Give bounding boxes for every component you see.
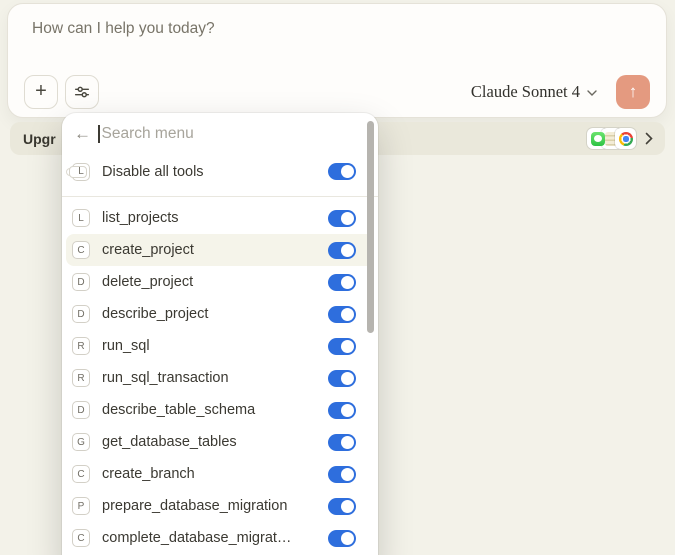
tool-name-label: complete_database_migrat… <box>102 530 328 546</box>
disable-all-tools-label: Disable all tools <box>102 164 328 180</box>
banner-text: Upgr <box>23 131 56 147</box>
letter-badge: P <box>72 497 90 515</box>
letter-badge: C <box>72 529 90 547</box>
message-composer: How can I help you today? + Claude Sonne… <box>7 3 667 118</box>
menu-search-row: ← Search menu <box>62 113 378 154</box>
letter-badge: C <box>72 465 90 483</box>
sliders-icon <box>73 83 91 101</box>
tool-row[interactable]: C create_project <box>66 234 374 266</box>
composer-toolbar: + Claude Sonnet 4 ↑ <box>24 75 650 109</box>
tool-name-label: run_sql_transaction <box>102 370 328 386</box>
tool-toggle[interactable] <box>328 242 356 259</box>
send-button[interactable]: ↑ <box>616 75 650 109</box>
tool-row[interactable]: C complete_database_migrat… <box>62 522 378 554</box>
tool-row[interactable]: R run_sql <box>62 330 378 362</box>
model-name: Claude Sonnet 4 <box>471 82 580 102</box>
disable-all-tools-row[interactable]: L Disable all tools <box>62 154 378 189</box>
tool-row[interactable]: R run_sql_transaction <box>62 362 378 394</box>
tool-name-label: create_project <box>102 242 328 258</box>
tools-menu: ← Search menu L Disable all tools L list… <box>62 113 378 555</box>
tool-row[interactable]: D describe_project <box>62 298 378 330</box>
menu-search-input[interactable]: Search menu <box>102 125 194 143</box>
tool-name-label: create_branch <box>102 466 328 482</box>
chevron-down-icon <box>587 90 597 96</box>
tool-toggle[interactable] <box>328 274 356 291</box>
tool-toggle[interactable] <box>328 466 356 483</box>
claude-chat-page: How can I help you today? + Claude Sonne… <box>0 0 675 555</box>
tool-row[interactable]: P prepare_database_migration <box>62 490 378 522</box>
tool-toggle[interactable] <box>328 498 356 515</box>
letter-badge: D <box>72 305 90 323</box>
tool-row[interactable]: G get_database_tables <box>62 426 378 458</box>
menu-divider <box>62 196 378 197</box>
letter-badge: R <box>72 337 90 355</box>
tool-name-label: prepare_database_migration <box>102 498 328 514</box>
tool-name-label: get_database_tables <box>102 434 328 450</box>
tool-toggle[interactable] <box>328 210 356 227</box>
chevron-right-icon[interactable] <box>645 132 653 145</box>
model-selector[interactable]: Claude Sonnet 4 <box>471 82 597 102</box>
tool-list: L list_projects C create_project D delet… <box>62 202 378 554</box>
tool-row[interactable]: D delete_project <box>62 266 378 298</box>
banner-right <box>587 128 653 149</box>
letter-badge: G <box>72 433 90 451</box>
plus-icon: + <box>35 81 47 101</box>
tool-row[interactable]: C create_branch <box>62 458 378 490</box>
tool-toggle[interactable] <box>328 338 356 355</box>
tool-name-label: run_sql <box>102 338 328 354</box>
menu-scrollbar[interactable] <box>367 121 374 333</box>
tool-toggle[interactable] <box>328 306 356 323</box>
tool-name-label: describe_project <box>102 306 328 322</box>
tool-name-label: describe_table_schema <box>102 402 328 418</box>
message-input[interactable]: How can I help you today? <box>32 20 215 38</box>
letter-badge: D <box>72 401 90 419</box>
letter-badge: L <box>72 209 90 227</box>
arrow-up-icon: ↑ <box>629 82 638 102</box>
tool-toggle[interactable] <box>328 434 356 451</box>
tools-menu-button[interactable] <box>65 75 99 109</box>
connector-app-icons <box>587 128 636 149</box>
letter-badge: D <box>72 273 90 291</box>
back-arrow-icon[interactable]: ← <box>74 124 98 144</box>
disable-all-toggle[interactable] <box>328 163 356 180</box>
tool-row[interactable]: D describe_table_schema <box>62 394 378 426</box>
stacked-letter-badge: L <box>72 163 90 181</box>
tool-toggle[interactable] <box>328 530 356 547</box>
chrome-icon <box>615 128 636 149</box>
letter-badge: C <box>72 241 90 259</box>
tool-name-label: delete_project <box>102 274 328 290</box>
attach-button[interactable]: + <box>24 75 58 109</box>
text-cursor <box>98 125 100 143</box>
tool-row[interactable]: L list_projects <box>62 202 378 234</box>
letter-badge: R <box>72 369 90 387</box>
tool-toggle[interactable] <box>328 370 356 387</box>
tool-name-label: list_projects <box>102 210 328 226</box>
tool-toggle[interactable] <box>328 402 356 419</box>
